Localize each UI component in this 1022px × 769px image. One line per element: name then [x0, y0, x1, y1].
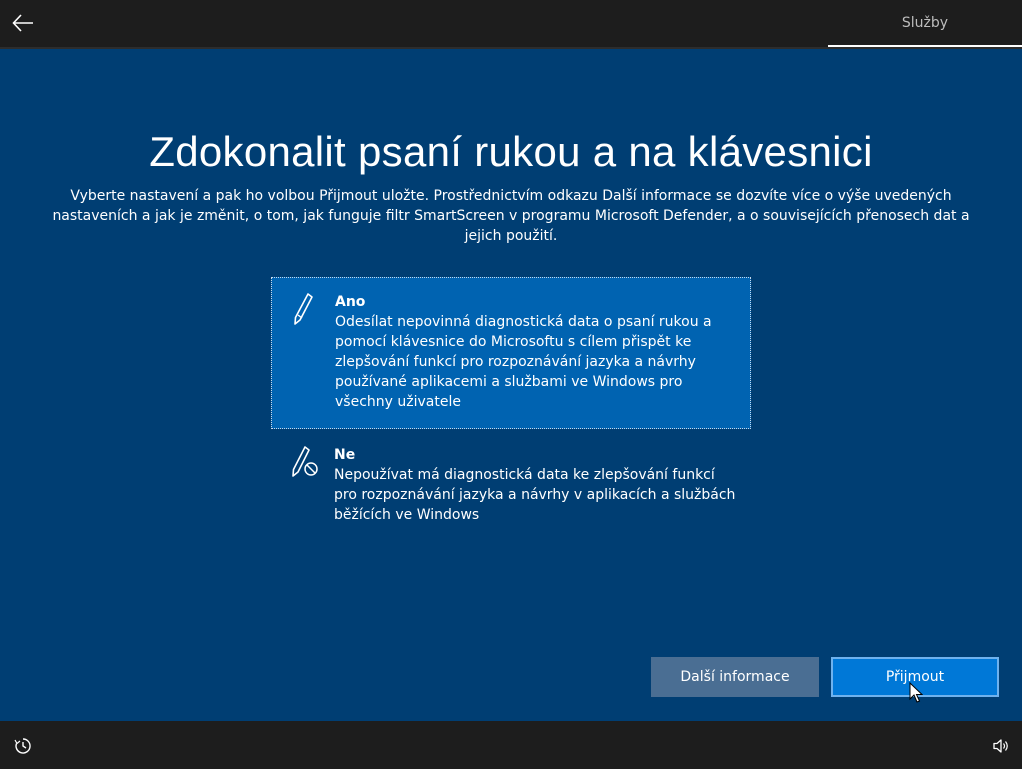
option-ne-title: Ne	[334, 447, 356, 463]
page-subtitle: Vyberte nastavení a pak ho volbou Přijmo…	[52, 188, 970, 244]
option-ne[interactable]: Ne Nepoužívat má diagnostická data ke zl…	[271, 440, 751, 540]
volume-icon[interactable]	[992, 737, 1010, 755]
mouse-cursor-icon	[909, 682, 923, 703]
option-ne-description: Nepoužívat má diagnostická data ke zlepš…	[334, 467, 736, 523]
more-info-button[interactable]: Další informace	[651, 657, 819, 697]
bottom-bar	[0, 721, 1022, 769]
pen-blocked-icon	[290, 445, 334, 540]
tab-sluzby[interactable]: Služby	[828, 0, 1022, 47]
option-ano-title: Ano	[335, 294, 366, 310]
ease-of-access-icon[interactable]	[14, 737, 32, 755]
pen-icon	[291, 292, 335, 428]
arrow-left-icon	[12, 14, 33, 32]
option-ano-description: Odesílat nepovinná diagnostická data o p…	[335, 314, 712, 410]
top-bar: Služby	[0, 0, 1022, 49]
back-button[interactable]	[8, 8, 38, 38]
page-title: Zdokonalit psaní rukou a na klávesnici	[149, 128, 873, 175]
option-ano[interactable]: Ano Odesílat nepovinná diagnostická data…	[271, 277, 751, 429]
